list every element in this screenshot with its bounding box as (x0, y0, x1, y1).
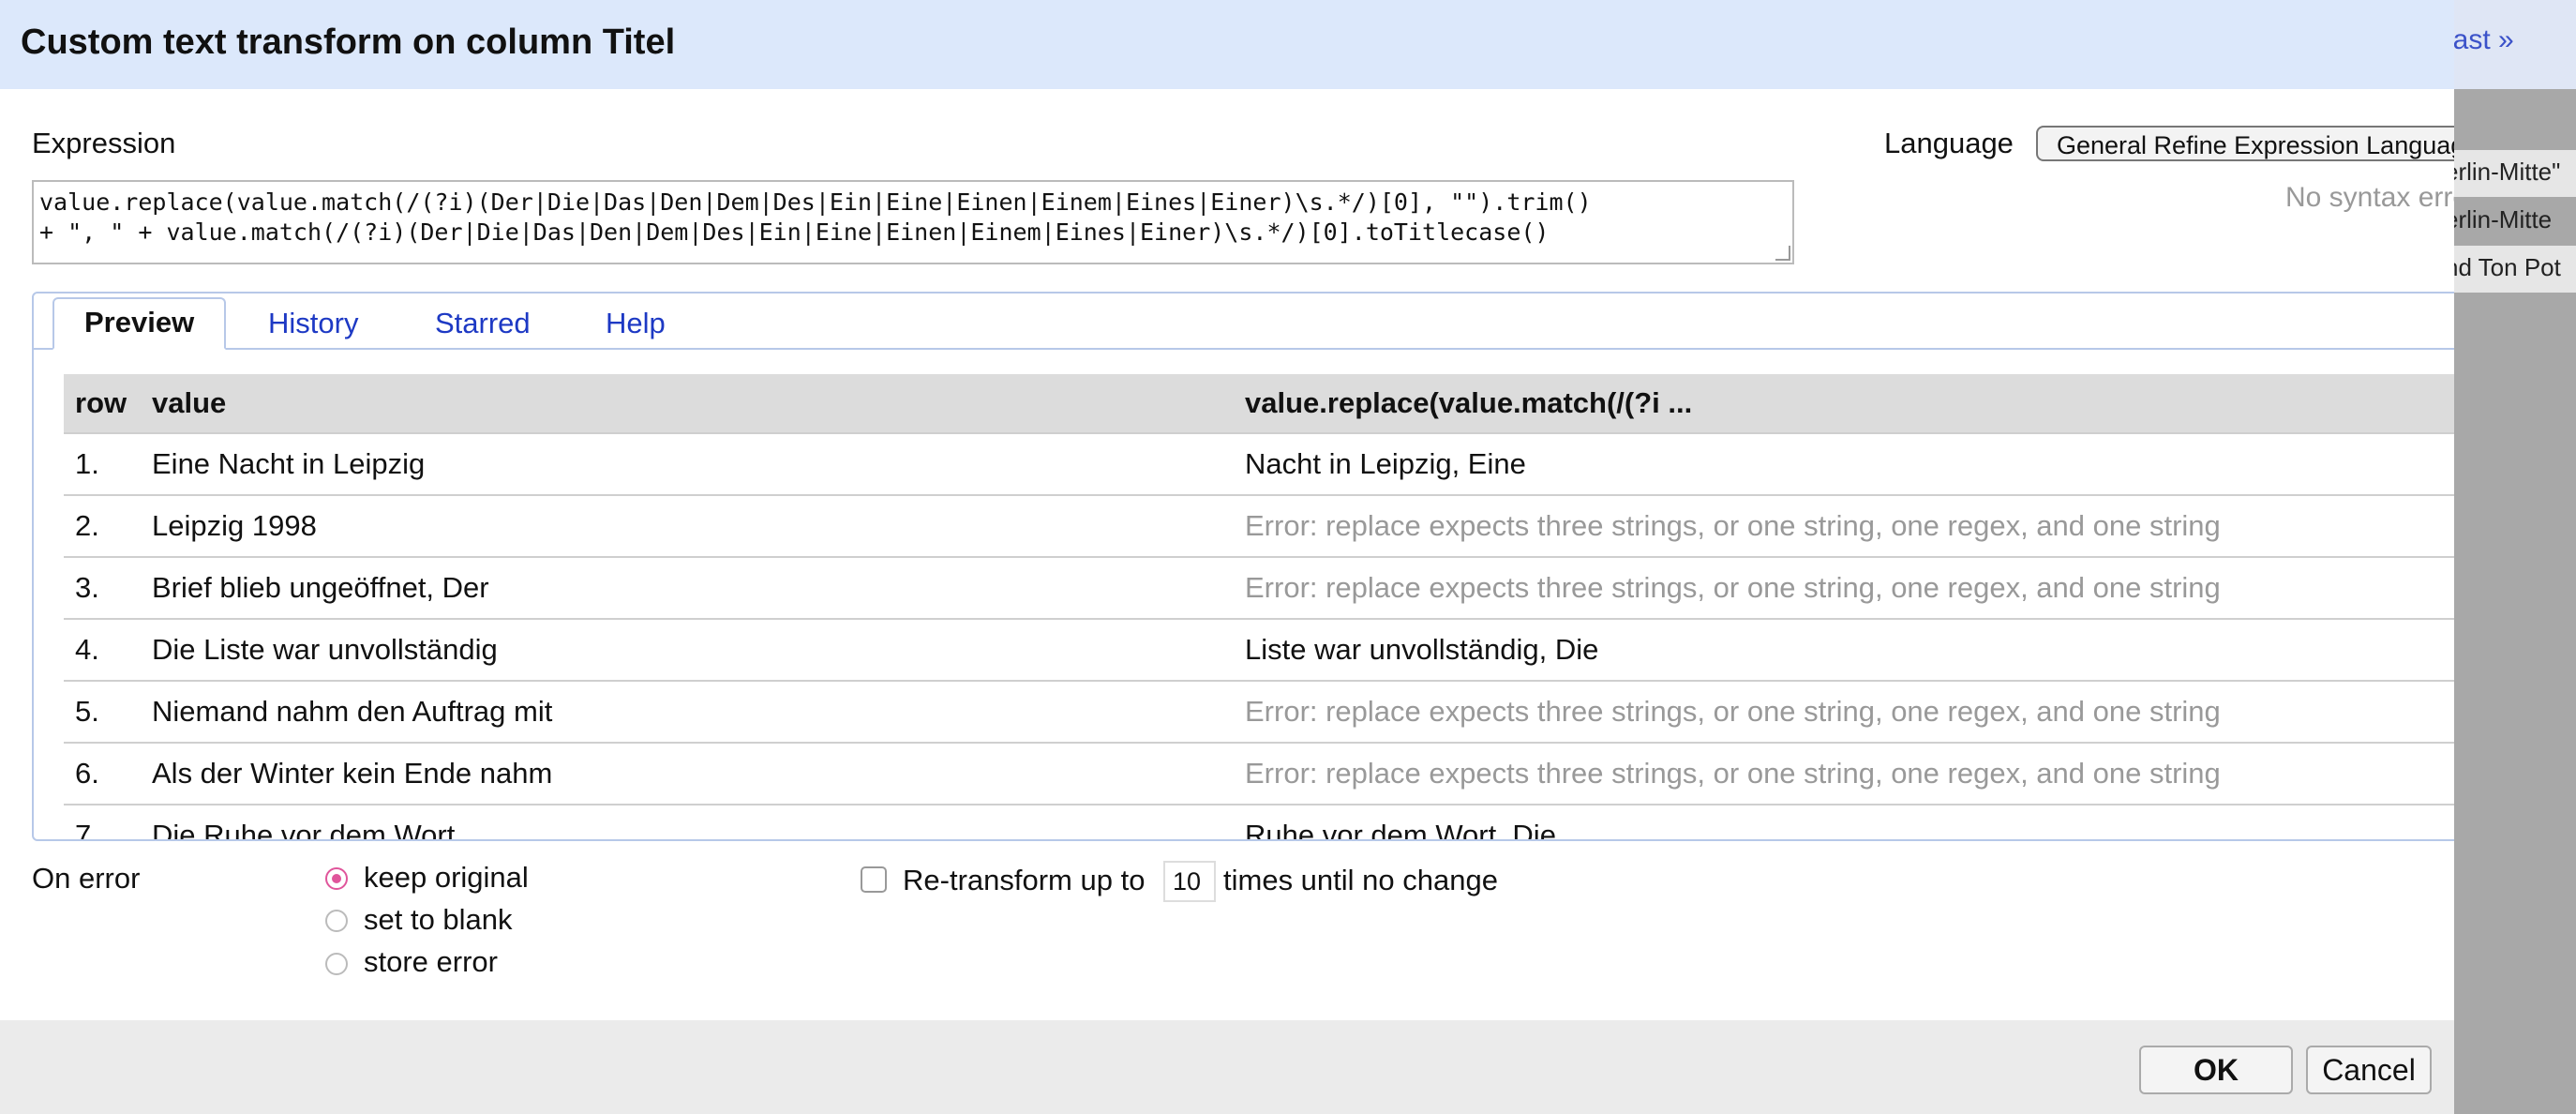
row-number: 4. (64, 618, 141, 681)
radio-set-to-blank[interactable] (325, 910, 348, 932)
row-value: Niemand nahm den Auftrag mit (141, 680, 1234, 743)
background-cell: erlin-Mitte (2454, 205, 2553, 233)
option-keep-original-label: keep original (364, 861, 529, 894)
language-label: Language (1884, 127, 2014, 159)
expression-label: Expression (32, 127, 176, 159)
row-number: 7. (64, 804, 141, 839)
row-value: Als der Winter kein Ende nahm (141, 742, 1234, 805)
cancel-button[interactable]: Cancel (2306, 1046, 2432, 1094)
custom-transform-dialog: Custom text transform on column Titel Ex… (0, 0, 2454, 1114)
table-header-row: row value value.replace(value.match(/(?i… (64, 374, 2454, 433)
table-row: 3. Brief blieb ungeöffnet, Der Error: repl… (64, 556, 2454, 619)
tab-panel: Preview History Starred Help row value v… (32, 292, 2454, 841)
row-value: Brief blieb ungeöffnet, Der (141, 556, 1234, 619)
row-result: Nacht in Leipzig, Eine (1234, 432, 2454, 495)
tab-starred[interactable]: Starred (435, 307, 531, 340)
row-number: 3. (64, 556, 141, 619)
row-result: Error: replace expects three strings, or… (1234, 680, 2454, 743)
expression-textarea[interactable]: value.replace(value.match(/(?i)(Der|Die|… (32, 180, 1794, 264)
tab-strip: Preview History Starred Help (34, 294, 2454, 350)
row-result: Liste war unvollständig, Die (1234, 618, 2454, 681)
row-number: 6. (64, 742, 141, 805)
background-last-page-link[interactable]: last » (2454, 24, 2514, 56)
row-value: Leipzig 1998 (141, 494, 1234, 557)
preview-table-scroll[interactable]: row value value.replace(value.match(/(?i… (64, 374, 2454, 839)
table-row: 2. Leipzig 1998 Error: replace expects thr… (64, 494, 2454, 557)
row-result: Error: replace expects three strings, or… (1234, 494, 2454, 557)
row-result: Error: replace expects three strings, or… (1234, 742, 2454, 805)
radio-keep-original[interactable] (325, 867, 348, 890)
retransform-label: Re-transform up to (903, 864, 1146, 896)
retransform-times-input[interactable]: 10 (1163, 861, 1216, 902)
tab-help[interactable]: Help (606, 307, 666, 340)
row-number: 1. (64, 432, 141, 495)
ok-button[interactable]: OK (2139, 1046, 2293, 1094)
tab-preview[interactable]: Preview (52, 297, 227, 350)
row-number: 2. (64, 494, 141, 557)
table-row: 6. Als der Winter kein Ende nahm Error: re… (64, 742, 2454, 805)
row-result: Error: replace expects three strings, or… (1234, 556, 2454, 619)
row-value: Eine Nacht in Leipzig (141, 432, 1234, 495)
row-value: Die Ruhe vor dem Wort (141, 804, 1234, 839)
syntax-status: No syntax error. (2285, 182, 2454, 213)
on-error-label: On error (32, 862, 141, 895)
header-expression: value.replace(value.match(/(?i ... (1234, 374, 2454, 433)
language-select[interactable]: General Refine Expression Language (GREL… (2036, 126, 2454, 161)
resize-handle[interactable] (1775, 246, 1790, 261)
tab-history[interactable]: History (268, 307, 358, 340)
retransform-label-after: times until no change (1223, 864, 1498, 896)
table-row: 5. Niemand nahm den Auftrag mit Error: rep… (64, 680, 2454, 743)
option-set-to-blank-label: set to blank (364, 903, 513, 936)
background-app: last » erlin-Mitte" erlin-Mitte nd Ton P… (2454, 0, 2576, 1114)
expression-line: + ", " + value.match(/(?i)(Der|Die|Das|D… (39, 218, 1550, 246)
row-value: Die Liste war unvollständig (141, 618, 1234, 681)
preview-table: row value value.replace(value.match(/(?i… (64, 374, 2454, 839)
expression-line: value.replace(value.match(/(?i)(Der|Die|… (39, 188, 1592, 216)
row-number: 5. (64, 680, 141, 743)
header-value: value (141, 374, 1234, 433)
table-row: 4. Die Liste war unvollständig Liste war u… (64, 618, 2454, 681)
header-row: row (64, 374, 141, 433)
radio-store-error[interactable] (325, 953, 348, 975)
background-cell: erlin-Mitte" (2454, 158, 2561, 186)
row-result: Ruhe vor dem Wort, Die (1234, 804, 2454, 839)
dialog-titlebar: Custom text transform on column Titel (0, 0, 2454, 89)
retransform-checkbox[interactable] (861, 866, 887, 893)
table-row: 7. Die Ruhe vor dem Wort Ruhe vor dem Wort… (64, 804, 2454, 839)
option-store-error-label: store error (364, 945, 498, 978)
dialog-footer (0, 1020, 2454, 1114)
dialog-title: Custom text transform on column Titel (21, 23, 676, 62)
background-cell: nd Ton Pot (2454, 253, 2561, 281)
table-row: 1. Eine Nacht in Leipzig Nacht in Leipzig,… (64, 432, 2454, 495)
